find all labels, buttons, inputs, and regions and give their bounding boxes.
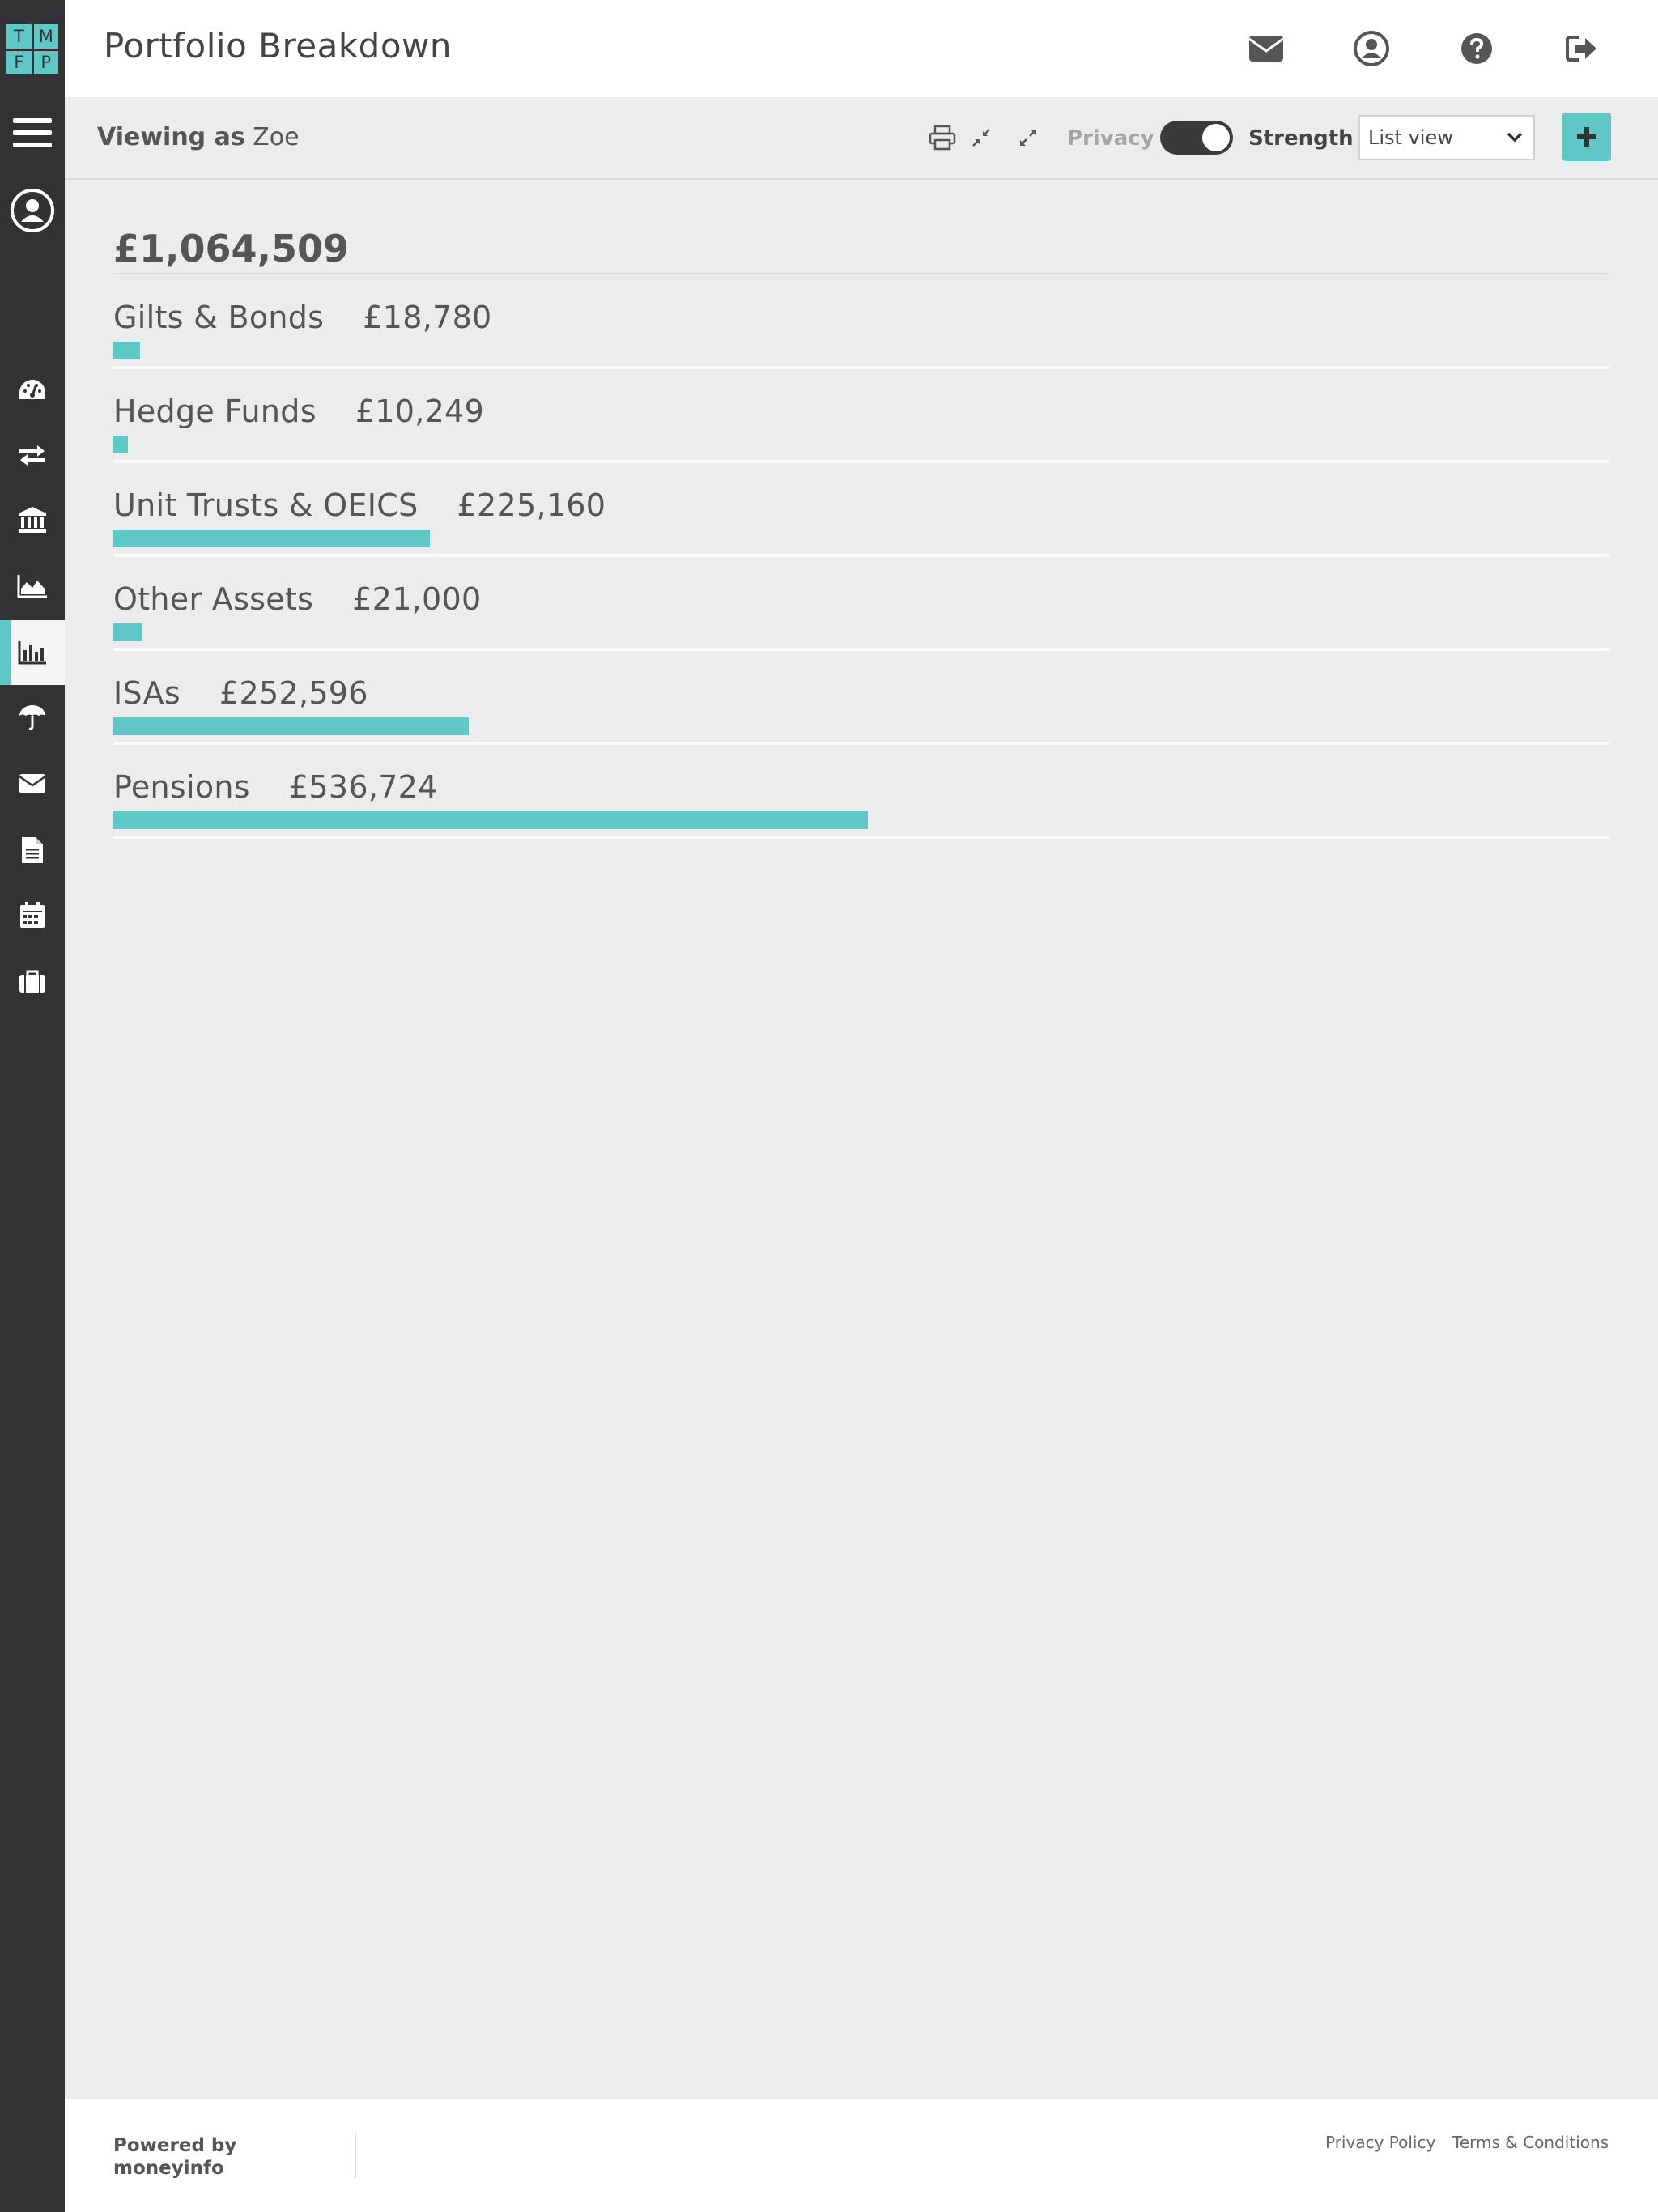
help-button[interactable] xyxy=(1457,29,1496,68)
row-amount: £18,780 xyxy=(363,300,492,335)
viewing-as-name[interactable]: Zoe xyxy=(253,123,299,151)
row-name: Gilts & Bonds xyxy=(113,300,325,335)
sidebar-item-protection[interactable] xyxy=(0,685,65,750)
calendar-icon xyxy=(20,902,45,928)
row-label: Pensions £536,724 xyxy=(113,769,438,805)
area-chart-icon xyxy=(17,575,47,598)
envelope-icon xyxy=(1248,36,1284,62)
sidebar-item-calendar[interactable] xyxy=(0,883,65,947)
logo-letter: F xyxy=(6,50,32,74)
print-button[interactable] xyxy=(926,121,959,154)
dashboard-gauge-icon xyxy=(19,380,45,399)
row-label: ISAs £252,596 xyxy=(113,675,368,711)
row-name: Unit Trusts & OEICS xyxy=(113,487,419,523)
sidebar-item-investments[interactable] xyxy=(0,554,65,619)
powered-by-label: Powered by xyxy=(113,2135,237,2156)
powered-by-brand: moneyinfo xyxy=(113,2158,224,2179)
print-icon xyxy=(929,125,956,151)
portfolio-total: £1,064,509 xyxy=(113,227,350,270)
portfolio-row[interactable]: ISAs £252,596 xyxy=(113,651,1609,745)
sidebar-item-profile[interactable] xyxy=(0,178,65,243)
plus-icon xyxy=(1577,127,1596,147)
row-amount: £225,160 xyxy=(457,487,606,523)
row-label: Unit Trusts & OEICS £225,160 xyxy=(113,487,606,523)
sidebar-item-dashboard[interactable] xyxy=(0,358,65,423)
messages-button[interactable] xyxy=(1247,29,1286,68)
row-label: Hedge Funds £10,249 xyxy=(113,393,484,429)
view-mode-value: List view xyxy=(1368,126,1453,149)
document-icon xyxy=(22,837,43,863)
privacy-label: Privacy xyxy=(1067,126,1154,151)
row-bar xyxy=(113,623,142,641)
row-amount: £252,596 xyxy=(219,675,368,711)
add-button[interactable] xyxy=(1562,113,1611,161)
portfolio-row[interactable]: Other Assets £21,000 xyxy=(113,557,1609,651)
exchange-arrows-icon xyxy=(19,445,45,466)
compress-icon xyxy=(972,129,990,147)
sidebar-item-documents[interactable] xyxy=(0,818,65,883)
user-circle-icon xyxy=(1354,31,1389,66)
row-bar xyxy=(113,811,868,829)
top-header: Portfolio Breakdown xyxy=(65,0,1658,97)
expand-button[interactable] xyxy=(1012,121,1044,154)
expand-icon xyxy=(1020,130,1036,146)
viewing-as-indicator: Viewing as Zoe xyxy=(97,123,300,151)
logout-button[interactable] xyxy=(1562,29,1601,68)
logo-letter: P xyxy=(33,50,58,74)
row-name: Hedge Funds xyxy=(113,393,317,429)
menu-toggle-button[interactable] xyxy=(0,100,65,165)
sidebar-item-portfolio-breakdown[interactable] xyxy=(0,620,65,685)
row-name: Pensions xyxy=(113,769,250,805)
hamburger-icon xyxy=(13,118,52,147)
portfolio-row[interactable]: Hedge Funds £10,249 xyxy=(113,369,1609,463)
row-bar xyxy=(113,342,140,359)
sign-out-icon xyxy=(1566,36,1596,62)
row-name: Other Assets xyxy=(113,581,314,617)
strength-label: Strength xyxy=(1248,126,1354,151)
row-label: Other Assets £21,000 xyxy=(113,581,482,617)
briefcase-icon xyxy=(19,970,45,993)
portfolio-row[interactable]: Unit Trusts & OEICS £225,160 xyxy=(113,463,1609,557)
viewing-as-label: Viewing as xyxy=(97,123,245,151)
page-title: Portfolio Breakdown xyxy=(104,26,453,66)
privacy-toggle[interactable] xyxy=(1160,121,1233,155)
row-bar xyxy=(113,436,128,453)
toggle-knob xyxy=(1202,124,1230,151)
user-circle-icon xyxy=(11,189,54,232)
view-mode-select[interactable]: List view xyxy=(1358,115,1535,160)
umbrella-icon xyxy=(19,705,45,730)
toolbar: Viewing as Zoe Privacy Strength List vie… xyxy=(65,97,1658,180)
footer-divider xyxy=(355,2133,356,2178)
row-label: Gilts & Bonds £18,780 xyxy=(113,300,492,335)
row-bar xyxy=(113,717,469,735)
row-name: ISAs xyxy=(113,675,181,711)
profile-button[interactable] xyxy=(1352,29,1391,68)
brand-logo[interactable]: T M F P xyxy=(6,24,58,74)
row-divider xyxy=(113,836,1609,839)
sidebar: T M F P xyxy=(0,0,65,2212)
sidebar-item-transfers[interactable] xyxy=(0,423,65,487)
row-bar xyxy=(113,530,430,547)
logo-letter: M xyxy=(33,24,58,49)
sidebar-item-banking[interactable] xyxy=(0,487,65,552)
footer: Powered by moneyinfo Privacy Policy Term… xyxy=(65,2099,1658,2212)
question-circle-icon xyxy=(1461,33,1492,64)
bar-chart-icon xyxy=(18,641,46,665)
portfolio-row[interactable]: Pensions £536,724 xyxy=(113,745,1609,839)
terms-link[interactable]: Terms & Conditions xyxy=(1452,2133,1609,2152)
divider xyxy=(113,273,1609,274)
privacy-policy-link[interactable]: Privacy Policy xyxy=(1325,2133,1435,2152)
envelope-icon xyxy=(19,774,46,793)
bank-icon xyxy=(19,507,46,533)
portfolio-row[interactable]: Gilts & Bonds £18,780 xyxy=(113,275,1609,369)
logo-letter: T xyxy=(6,24,32,49)
sidebar-item-messages[interactable] xyxy=(0,751,65,816)
powered-by: Powered by moneyinfo xyxy=(113,2134,275,2180)
chevron-down-icon xyxy=(1507,132,1523,143)
row-amount: £10,249 xyxy=(355,393,485,429)
row-amount: £536,724 xyxy=(288,769,438,805)
sidebar-item-business[interactable] xyxy=(0,949,65,1014)
row-amount: £21,000 xyxy=(352,581,482,617)
collapse-button[interactable] xyxy=(965,121,997,154)
